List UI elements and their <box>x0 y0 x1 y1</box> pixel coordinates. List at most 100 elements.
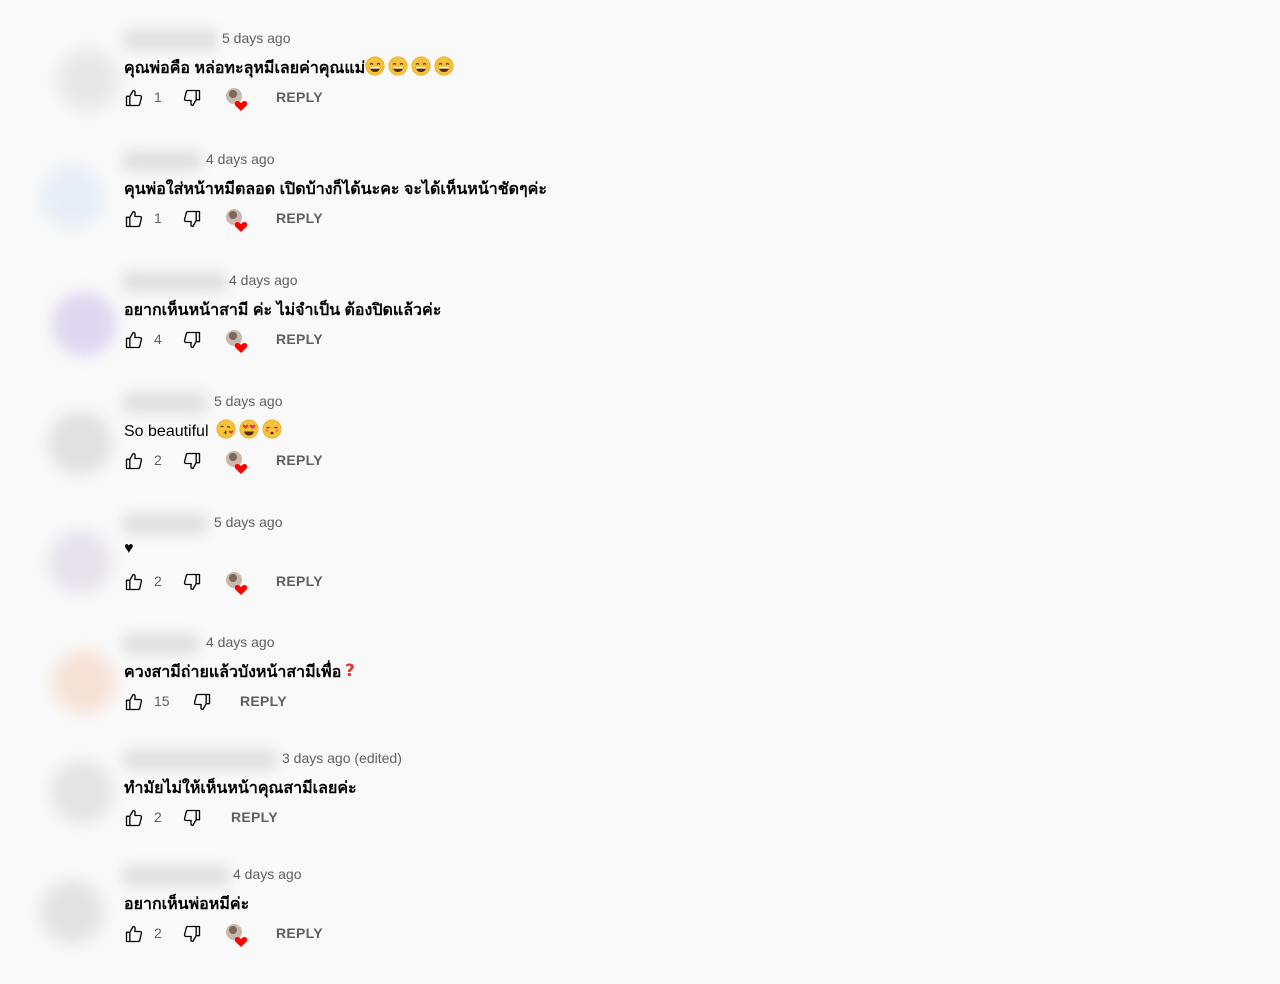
comment-text: คุณพ่อคือ หล่อทะลุหมีเลยค่าคุณแม่ <box>124 56 454 81</box>
comment-text-content: อยากเห็นพ่อหมีค่ะ <box>124 896 250 913</box>
avatar[interactable] <box>40 880 104 944</box>
like-count: 2 <box>154 809 162 825</box>
red-question-emoji: ? <box>341 660 361 685</box>
author-name-blurred[interactable] <box>122 271 226 293</box>
thumb-down-icon[interactable] <box>182 209 202 229</box>
grin-emoji <box>434 56 454 81</box>
comment-text: อยากเห็นพ่อหมีค่ะ <box>124 892 249 917</box>
thumb-down-icon[interactable] <box>182 88 202 108</box>
comment-text-content: คุณพ่อคือ หล่อทะลุหมีเลยค่าคุณแม่ <box>124 60 366 77</box>
avatar[interactable] <box>50 760 114 824</box>
comment-text: So beautiful <box>124 419 282 444</box>
thumb-down-icon[interactable] <box>182 808 202 828</box>
thumb-down-icon[interactable] <box>182 451 202 471</box>
like-count: 1 <box>154 210 162 226</box>
comment-text: ควงสามีถ่ายแล้วบังหน้าสามีเพื่อ? <box>124 660 361 685</box>
thumb-up-icon[interactable] <box>124 924 144 944</box>
comment-timestamp[interactable]: 4 days ago <box>206 151 275 167</box>
creator-heart-icon <box>224 570 250 596</box>
author-name-blurred[interactable] <box>122 29 218 51</box>
creator-heart-icon <box>224 207 250 233</box>
reply-button[interactable]: REPLY <box>276 89 323 105</box>
thumb-down-icon[interactable] <box>182 330 202 350</box>
like-count: 4 <box>154 331 162 347</box>
creator-heart-icon <box>224 328 250 354</box>
kiss-blush-emoji <box>262 419 282 444</box>
like-count: 2 <box>154 925 162 941</box>
comment-text: คุนพ่อใส่หน้าหมีตลอด เปิดบ้างก็ได้นะคะ จ… <box>124 177 547 202</box>
author-name-blurred[interactable] <box>122 150 202 172</box>
like-count: 1 <box>154 89 162 105</box>
like-count: 15 <box>154 693 170 709</box>
thumb-up-icon[interactable] <box>124 330 144 350</box>
thumb-up-icon[interactable] <box>124 451 144 471</box>
svg-text:?: ? <box>345 661 355 680</box>
avatar[interactable] <box>48 530 112 594</box>
heart-eyes-emoji <box>239 419 259 444</box>
comment-thread: 4 days ago อยากเห็นหน้าสามี ค่ะ ไม่จำเป็น… <box>0 270 1280 390</box>
avatar[interactable] <box>48 411 112 475</box>
comment-timestamp[interactable]: 5 days ago <box>214 393 283 409</box>
comment-text-content: อยากเห็นหน้าสามี ค่ะ ไม่จำเป็น ต้องปิดแล… <box>124 302 442 319</box>
comment-thread: 5 days ago คุณพ่อคือ หล่อทะลุหมีเลยค่าคุณ… <box>0 28 1280 148</box>
reply-button[interactable]: REPLY <box>276 452 323 468</box>
thumb-up-icon[interactable] <box>124 572 144 592</box>
comment-thread: 5 days ago ♥ 2 REPLY <box>0 512 1280 632</box>
grin-emoji <box>388 56 408 81</box>
comment-action-bar: 1 REPLY <box>124 207 524 233</box>
comment-timestamp[interactable]: 4 days ago <box>206 634 275 650</box>
comment-text: ทำมัยไม่ให้เห็นหน้าคุณสามีเลยค่ะ <box>124 776 357 801</box>
comment-action-bar: 2 REPLY <box>124 449 524 475</box>
comment-thread: 5 days ago So beautiful 2 REPLY <box>0 391 1280 511</box>
thumb-down-icon[interactable] <box>182 924 202 944</box>
author-name-blurred[interactable] <box>122 749 278 771</box>
comment-thread: 4 days ago คุนพ่อใส่หน้าหมีตลอด เปิดบ้างก… <box>0 149 1280 269</box>
thumb-up-icon[interactable] <box>124 88 144 108</box>
comment-thread: 4 days ago ควงสามีถ่ายแล้วบังหน้าสามีเพื่… <box>0 632 1280 752</box>
kiss-heart-emoji <box>216 419 236 444</box>
author-name-blurred[interactable] <box>122 633 200 655</box>
comment-timestamp[interactable]: 5 days ago <box>214 514 283 530</box>
reply-button[interactable]: REPLY <box>231 809 278 825</box>
grin-emoji <box>365 56 385 81</box>
comment-timestamp[interactable]: 4 days ago <box>233 866 302 882</box>
comment-action-bar: 4 REPLY <box>124 328 524 354</box>
avatar[interactable] <box>56 48 120 112</box>
thumb-down-icon[interactable] <box>192 692 212 712</box>
comment-action-bar: 2 REPLY <box>124 806 524 830</box>
thumb-up-icon[interactable] <box>124 808 144 828</box>
comment-action-bar: 2 REPLY <box>124 922 524 948</box>
thumb-down-icon[interactable] <box>182 572 202 592</box>
creator-heart-icon <box>224 449 250 475</box>
comment-text-content: คุนพ่อใส่หน้าหมีตลอด เปิดบ้างก็ได้นะคะ จ… <box>124 181 547 198</box>
comment-timestamp[interactable]: 4 days ago <box>229 272 298 288</box>
avatar[interactable] <box>40 165 104 229</box>
author-name-blurred[interactable] <box>122 865 230 887</box>
reply-button[interactable]: REPLY <box>276 925 323 941</box>
comment-text-content: So beautiful <box>124 423 209 440</box>
comment-thread: 4 days ago อยากเห็นพ่อหมีค่ะ 2 REPLY <box>0 864 1280 984</box>
reply-button[interactable]: REPLY <box>240 693 287 709</box>
reply-button[interactable]: REPLY <box>276 331 323 347</box>
reply-button[interactable]: REPLY <box>276 573 323 589</box>
avatar[interactable] <box>52 292 116 356</box>
like-count: 2 <box>154 452 162 468</box>
comment-timestamp[interactable]: 3 days ago (edited) <box>282 750 402 766</box>
comment-timestamp[interactable]: 5 days ago <box>222 30 291 46</box>
comment-action-bar: 2 REPLY <box>124 570 524 596</box>
comment-text-content: ทำมัยไม่ให้เห็นหน้าคุณสามีเลยค่ะ <box>124 780 357 797</box>
grin-emoji <box>411 56 431 81</box>
creator-heart-icon <box>224 922 250 948</box>
author-name-blurred[interactable] <box>122 392 208 414</box>
comment-thread: 3 days ago (edited) ทำมัยไม่ให้เห็นหน้าคุ… <box>0 748 1280 868</box>
avatar[interactable] <box>52 650 116 714</box>
comment-text: อยากเห็นหน้าสามี ค่ะ ไม่จำเป็น ต้องปิดแล… <box>124 298 441 323</box>
thumb-up-icon[interactable] <box>124 692 144 712</box>
thumb-up-icon[interactable] <box>124 209 144 229</box>
reply-button[interactable]: REPLY <box>276 210 323 226</box>
author-name-blurred[interactable] <box>122 513 208 535</box>
comment-action-bar: 15 REPLY <box>124 690 524 714</box>
comment-text-content: ♥ <box>124 540 134 557</box>
comment-action-bar: 1 REPLY <box>124 86 524 112</box>
creator-heart-icon <box>224 86 250 112</box>
